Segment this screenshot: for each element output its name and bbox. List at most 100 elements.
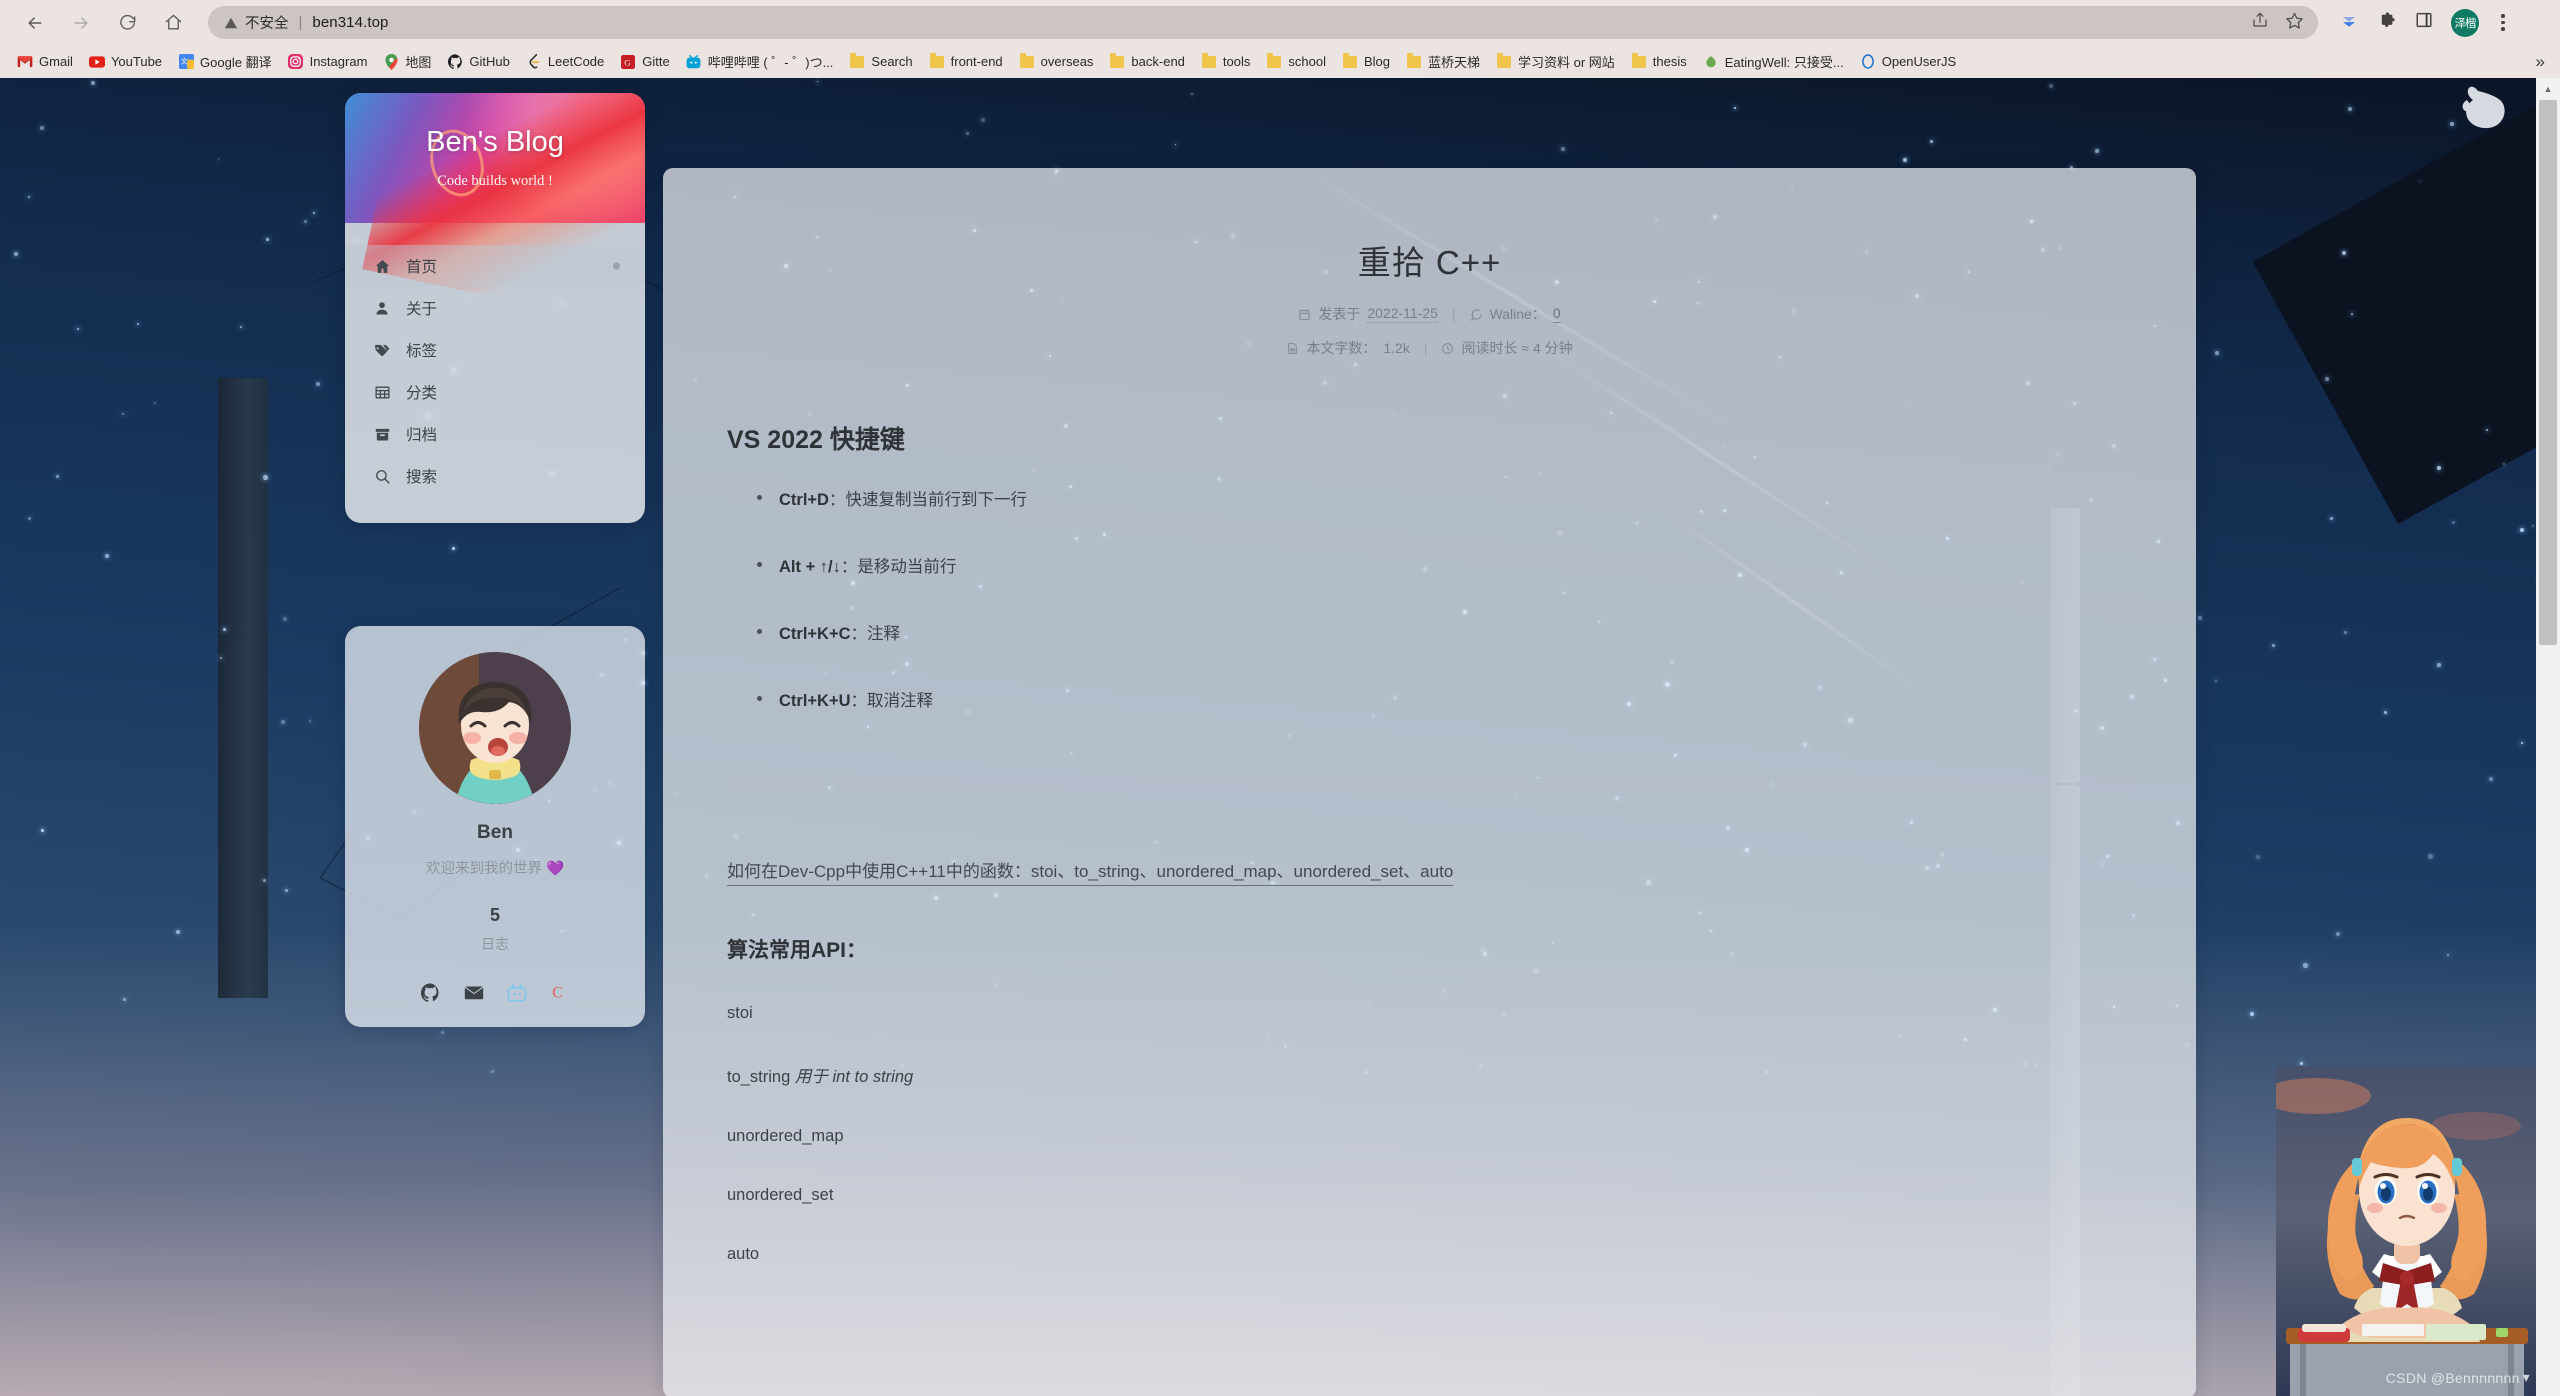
bookmark-bilibili[interactable]: 哔哩哔哩 ( ゜- ゜)つ... bbox=[678, 49, 842, 74]
bookmark-label: Google 翻译 bbox=[200, 55, 272, 70]
page-scrollbar[interactable]: ▲ bbox=[2536, 78, 2560, 1396]
scrollbar-thumb[interactable] bbox=[2539, 100, 2557, 645]
bookmark-label: 学习资料 or 网站 bbox=[1518, 55, 1615, 70]
folder-icon bbox=[1342, 53, 1358, 70]
api-item-to-string: to_string 用于 int to string bbox=[727, 1063, 2132, 1087]
sidebar-item-home[interactable]: 首页 bbox=[345, 245, 645, 287]
bookmark-gmail[interactable]: Gmail bbox=[9, 51, 81, 73]
anime-girl-widget[interactable] bbox=[2261, 1066, 2538, 1396]
archive-icon bbox=[373, 426, 391, 443]
comments-count[interactable]: 0 bbox=[1552, 305, 1561, 323]
bookmark-label: 哔哩哔哩 ( ゜- ゜)つ... bbox=[707, 55, 834, 70]
bookmark-folder-thesis[interactable]: thesis bbox=[1623, 51, 1695, 73]
folder-icon bbox=[849, 53, 865, 70]
posted-label: 发表于 bbox=[1318, 306, 1361, 322]
bookmark-instagram[interactable]: Instagram bbox=[280, 51, 376, 73]
bookmark-openuserjs[interactable]: OpenUserJS bbox=[1852, 51, 1964, 73]
profile-name: Ben bbox=[477, 822, 513, 843]
sidebar-item-categories[interactable]: 分类 bbox=[345, 371, 645, 413]
bookmark-youtube[interactable]: YouTube bbox=[81, 51, 170, 73]
reload-button[interactable] bbox=[106, 2, 148, 44]
bookmark-github[interactable]: GitHub bbox=[439, 51, 517, 73]
comments-meta[interactable]: Waline： 0 bbox=[1470, 304, 1561, 324]
leetcode-icon bbox=[526, 54, 542, 70]
api-item-auto: auto bbox=[727, 1245, 2132, 1264]
bookmark-folder-tools[interactable]: tools bbox=[1193, 51, 1258, 73]
address-bar[interactable]: 不安全 | ben314.top bbox=[208, 6, 2318, 39]
share-icon[interactable] bbox=[2251, 11, 2269, 34]
sidebar-item-label: 归档 bbox=[406, 427, 438, 444]
social-links: C bbox=[420, 982, 570, 1003]
bookmark-folder-study[interactable]: 学习资料 or 网站 bbox=[1488, 49, 1623, 74]
article-meta-row-1: 发表于 2022-11-25 | Waline： 0 bbox=[663, 304, 2196, 324]
shortcut-list: Ctrl+D：快速复制当前行到下一行 Alt + ↑/↓：是移动当前行 Ctrl… bbox=[727, 486, 2132, 711]
bookmark-folder-back-end[interactable]: back-end bbox=[1101, 51, 1192, 73]
avatar[interactable] bbox=[419, 652, 571, 804]
section-divider bbox=[727, 783, 2132, 785]
tag-icon bbox=[373, 342, 391, 359]
bookmark-folder-front-end[interactable]: front-end bbox=[921, 51, 1011, 73]
bookmark-label: school bbox=[1288, 54, 1326, 69]
bookmark-maps[interactable]: 地图 bbox=[375, 49, 439, 74]
watermark: CSDN @Bennnnnnn ▾ bbox=[2386, 1369, 2530, 1386]
email-icon[interactable] bbox=[463, 982, 484, 1003]
bookmark-leetcode[interactable]: LeetCode bbox=[518, 51, 612, 73]
bookmarks-overflow-button[interactable]: » bbox=[2536, 52, 2551, 72]
article-body: VS 2022 快捷键 Ctrl+D：快速复制当前行到下一行 Alt + ↑/↓… bbox=[663, 372, 2196, 1264]
api-item-unordered-map: unordered_map bbox=[727, 1127, 2132, 1146]
bookmark-eatingwell[interactable]: EatingWell: 只接受... bbox=[1695, 49, 1852, 74]
bookmark-label: Gitte bbox=[642, 54, 670, 69]
post-count-label: 日志 bbox=[481, 936, 509, 952]
openuserjs-icon bbox=[1860, 54, 1876, 70]
bookmark-label: Gmail bbox=[39, 54, 73, 69]
sidebar-item-search[interactable]: 搜索 bbox=[345, 455, 645, 497]
bilibili-icon[interactable] bbox=[506, 982, 527, 1003]
back-button[interactable] bbox=[14, 2, 56, 44]
sidebar-item-label: 首页 bbox=[406, 259, 438, 276]
gitee-icon: G bbox=[620, 54, 636, 70]
bookmark-label: thesis bbox=[1652, 54, 1687, 69]
home-button[interactable] bbox=[152, 2, 194, 44]
shortcut-key: Ctrl+D bbox=[779, 491, 829, 509]
bookmark-label: YouTube bbox=[110, 54, 163, 69]
clock-icon bbox=[1441, 342, 1454, 355]
posted-date: 2022-11-25 bbox=[1367, 305, 1438, 323]
browser-toolbar: 不安全 | ben314.top 泽楷 bbox=[0, 0, 2560, 45]
bookmark-gitee[interactable]: G Gitte bbox=[612, 51, 677, 73]
bookmark-folder-school[interactable]: school bbox=[1258, 51, 1334, 73]
bookmark-label: front-end bbox=[950, 54, 1003, 69]
csdn-icon[interactable]: C bbox=[549, 982, 570, 1003]
api-name: to_string bbox=[727, 1068, 791, 1086]
profile-avatar-chip[interactable]: 泽楷 bbox=[2451, 8, 2479, 37]
sidebar-item-archives[interactable]: 归档 bbox=[345, 413, 645, 455]
post-count-value: 5 bbox=[489, 905, 500, 925]
sidebar-item-about[interactable]: 关于 bbox=[345, 287, 645, 329]
bookmark-folder-lanqiao[interactable]: 蓝桥天梯 bbox=[1398, 49, 1488, 74]
bookmark-folder-blog[interactable]: Blog bbox=[1334, 51, 1398, 73]
reference-link[interactable]: 如何在Dev-Cpp中使用C++11中的函数：stoi、to_string、un… bbox=[727, 857, 1454, 886]
site-title: Ben's Blog bbox=[426, 126, 564, 158]
bilibili-icon bbox=[686, 54, 702, 70]
downloads-icon[interactable] bbox=[2338, 12, 2360, 34]
shortcut-desc: ：取消注释 bbox=[850, 692, 934, 710]
side-panel-icon[interactable] bbox=[2415, 11, 2433, 34]
github-icon[interactable] bbox=[420, 982, 441, 1003]
folder-icon bbox=[1266, 53, 1282, 70]
bookmark-star-icon[interactable] bbox=[2285, 11, 2304, 35]
bookmark-folder-overseas[interactable]: overseas bbox=[1011, 51, 1102, 73]
bookmark-google-translate[interactable]: 文 Google 翻译 bbox=[170, 49, 280, 74]
document-icon bbox=[1286, 342, 1299, 355]
scroll-up-arrow[interactable]: ▲ bbox=[2536, 78, 2560, 100]
bookmark-label: 蓝桥天梯 bbox=[1427, 55, 1480, 70]
cat-silhouette-icon[interactable] bbox=[2454, 83, 2510, 135]
extensions-icon[interactable] bbox=[2378, 11, 2397, 35]
forward-button[interactable] bbox=[60, 2, 102, 44]
article-card: 重拾 C++ 发表于 2022-11-25 | Waline： 0 本文字数： … bbox=[663, 168, 2196, 1396]
sidebar-item-tags[interactable]: 标签 bbox=[345, 329, 645, 371]
section-heading-api: 算法常用API： bbox=[727, 939, 868, 962]
chrome-menu-icon[interactable] bbox=[2497, 14, 2509, 31]
bookmark-folder-search[interactable]: Search bbox=[841, 51, 920, 73]
page-title: 重拾 C++ bbox=[1357, 244, 1502, 281]
omnibox-actions bbox=[2251, 6, 2304, 39]
shortcut-desc: ：是移动当前行 bbox=[840, 558, 957, 576]
